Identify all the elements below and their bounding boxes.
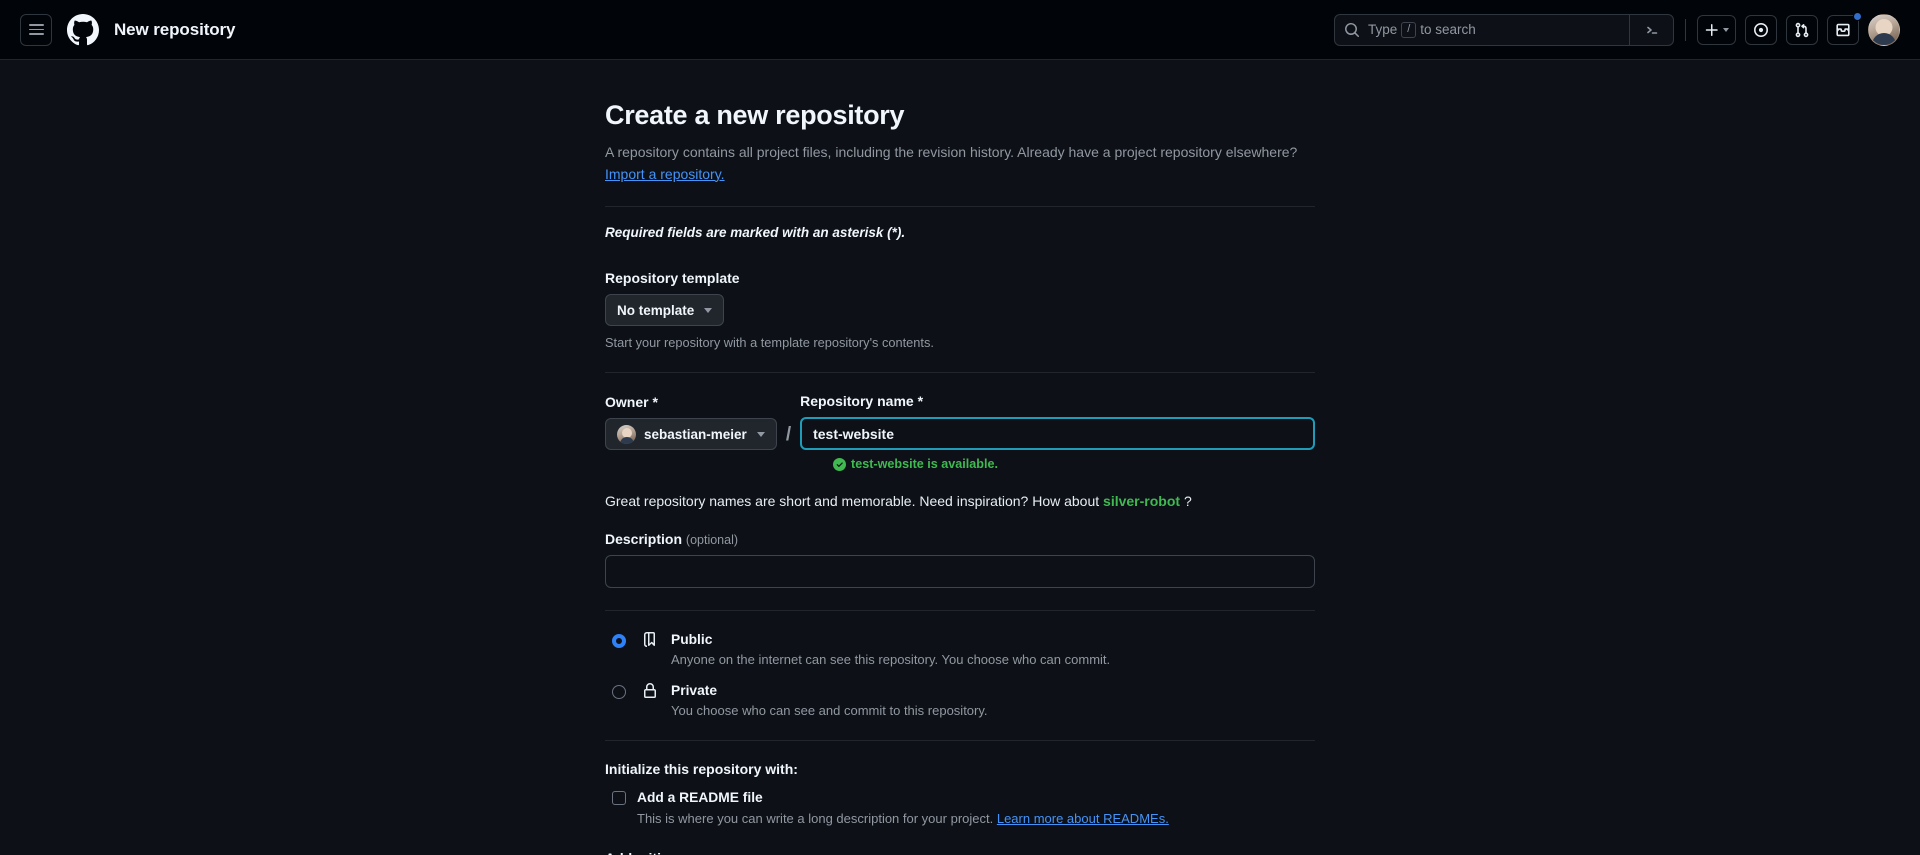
search-icon <box>1344 22 1360 38</box>
owner-avatar <box>617 424 636 444</box>
description-input[interactable] <box>605 555 1315 589</box>
slash-key-hint: / <box>1401 21 1417 38</box>
github-logo-icon[interactable] <box>66 13 100 47</box>
repository-name-input[interactable] <box>800 417 1315 451</box>
readme-option[interactable]: Add a README file This is where you can … <box>605 789 1315 826</box>
private-description: You choose who can see and commit to thi… <box>671 702 988 718</box>
search-placeholder-prefix: Type <box>1368 22 1398 37</box>
repository-availability-message: test-website is available. <box>833 457 1315 471</box>
description-label: Description (optional) <box>605 531 1315 547</box>
search-placeholder: Type / to search <box>1368 21 1476 38</box>
private-option-text: Private You choose who can see and commi… <box>671 682 988 718</box>
global-header: New repository Type / to search <box>0 0 1920 60</box>
terminal-prompt-icon[interactable] <box>1629 14 1673 45</box>
search-input[interactable]: Type / to search <box>1334 13 1674 46</box>
issue-opened-icon <box>1754 22 1768 37</box>
owner-repo-row: Owner * sebastian-meier / Repository nam… <box>605 393 1315 451</box>
page-lede: A repository contains all project files,… <box>605 142 1305 185</box>
inspiration-suffix: ? <box>1183 493 1192 510</box>
header-left-group: New repository <box>20 13 236 47</box>
repository-template-section: Repository template No template Start yo… <box>605 270 1315 350</box>
readme-checkbox[interactable] <box>612 790 626 805</box>
plus-icon <box>1705 23 1718 36</box>
repository-template-select[interactable]: No template <box>605 294 725 327</box>
public-title: Public <box>671 632 713 648</box>
chevron-down-icon <box>1723 27 1729 32</box>
divider-top <box>605 206 1315 208</box>
repository-template-helper: Start your repository with a template re… <box>605 335 934 351</box>
page-title: Create a new repository <box>605 100 905 130</box>
readme-label: Add a README file <box>637 789 763 805</box>
chevron-down-icon <box>704 307 713 313</box>
hamburger-icon[interactable] <box>20 13 52 46</box>
owner-label: Owner * <box>605 394 658 411</box>
private-radio[interactable] <box>612 685 626 699</box>
inspiration-prefix: Great repository names are short and mem… <box>605 493 1100 510</box>
owner-field: Owner * sebastian-meier <box>605 394 777 451</box>
check-circle-icon <box>833 457 846 471</box>
chevron-down-icon <box>756 431 765 437</box>
repository-template-label: Repository template <box>605 270 740 287</box>
visibility-section: Public Anyone on the internet can see th… <box>605 631 1315 718</box>
issues-button[interactable] <box>1745 14 1777 45</box>
owner-value: sebastian-meier <box>644 426 747 442</box>
create-new-button[interactable] <box>1697 14 1736 45</box>
public-radio[interactable] <box>612 634 626 649</box>
public-option-text: Public Anyone on the internet can see th… <box>671 631 1110 667</box>
import-repository-link[interactable]: Import a repository. <box>605 166 725 182</box>
notification-badge <box>1853 11 1862 21</box>
divider-initialize <box>605 739 1315 741</box>
divider-owner <box>605 372 1315 374</box>
divider-visibility <box>605 610 1315 612</box>
main-content: Create a new repository A repository con… <box>0 60 1920 855</box>
lock-icon <box>642 683 659 699</box>
owner-select[interactable]: sebastian-meier <box>605 418 777 451</box>
visibility-option-public[interactable]: Public Anyone on the internet can see th… <box>605 631 1315 667</box>
pull-requests-button[interactable] <box>1786 14 1818 45</box>
initialize-title: Initialize this repository with: <box>605 760 798 777</box>
page-lede-text: A repository contains all project files,… <box>605 144 1298 160</box>
initialize-section: Initialize this repository with: Add a R… <box>605 761 1315 826</box>
readme-learn-more-link[interactable]: Learn more about READMEs. <box>997 811 1169 826</box>
header-divider <box>1685 18 1686 41</box>
inbox-icon <box>1836 23 1850 36</box>
user-avatar[interactable] <box>1868 13 1900 46</box>
new-repository-form: Create a new repository A repository con… <box>605 100 1315 855</box>
gitignore-label: Add .gitignore <box>605 850 1315 855</box>
header-right-group: Type / to search <box>1334 11 1900 46</box>
description-optional-text: (optional) <box>685 533 739 548</box>
availability-text: test-website is available. <box>851 457 998 472</box>
owner-repo-separator: / <box>785 424 792 446</box>
readme-option-text: Add a README file This is where you can … <box>637 789 1169 826</box>
public-description: Anyone on the internet can see this repo… <box>671 652 1111 667</box>
repository-name-label: Repository name * <box>800 393 924 410</box>
readme-description: This is where you can write a long descr… <box>637 811 1169 826</box>
description-label-text: Description <box>605 531 683 548</box>
description-section: Description (optional) <box>605 531 1315 589</box>
repository-template-value: No template <box>617 302 695 318</box>
inspiration-suggestion[interactable]: silver-robot <box>1103 493 1180 509</box>
page-title-header: New repository <box>114 19 236 39</box>
search-placeholder-suffix: to search <box>1420 22 1476 37</box>
repo-book-icon <box>642 632 659 648</box>
repository-name-field: Repository name * <box>800 393 1315 451</box>
visibility-option-private[interactable]: Private You choose who can see and commi… <box>605 682 1315 718</box>
required-fields-note: Required fields are marked with an aster… <box>605 225 906 241</box>
git-pull-request-icon <box>1795 22 1809 37</box>
private-title: Private <box>671 683 718 698</box>
gitignore-section: Add .gitignore .gitignore template: None… <box>605 850 1315 855</box>
notifications-button[interactable] <box>1827 11 1862 45</box>
repository-name-inspiration: Great repository names are short and mem… <box>605 493 1315 509</box>
readme-description-text: This is where you can write a long descr… <box>637 810 994 826</box>
owner-repo-section: Owner * sebastian-meier / Repository nam… <box>605 393 1315 509</box>
